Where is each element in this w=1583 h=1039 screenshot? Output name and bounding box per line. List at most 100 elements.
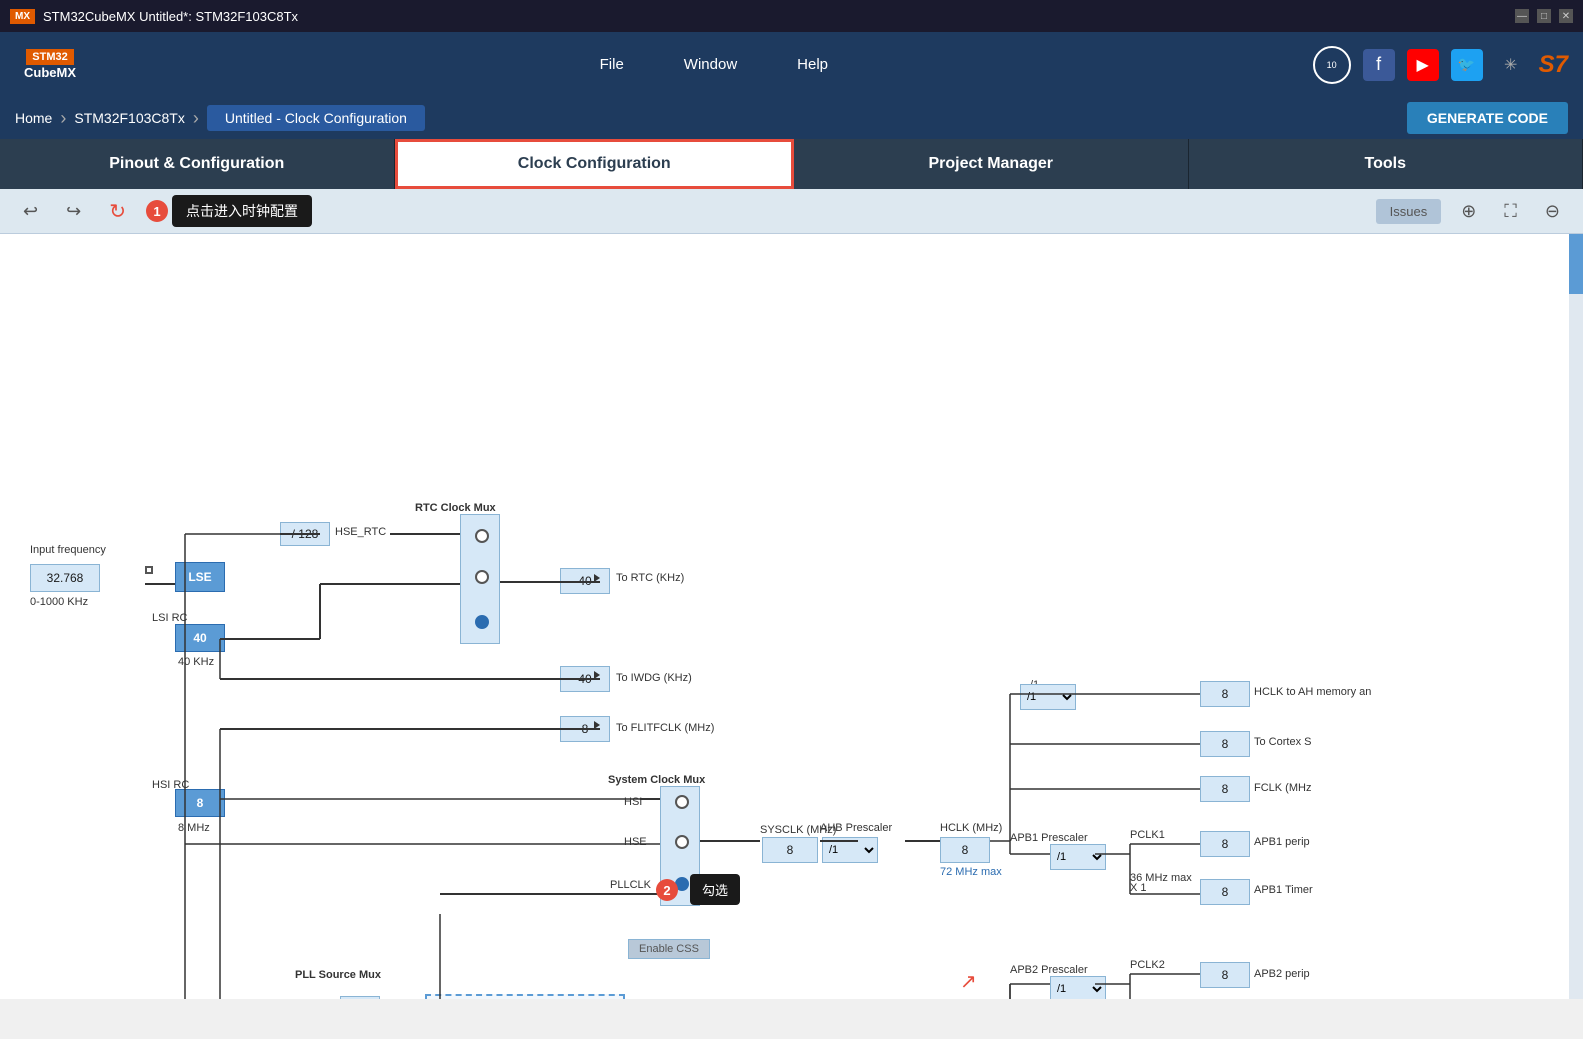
lse-range-label: 0-1000 KHz bbox=[30, 596, 88, 608]
cortex-value[interactable]: 8 bbox=[1200, 731, 1250, 757]
youtube-icon[interactable]: ▶ bbox=[1407, 49, 1439, 81]
menu-items: File Window Help bbox=[115, 56, 1313, 73]
breadcrumb-chip[interactable]: STM32F103C8Tx bbox=[74, 110, 184, 126]
pclk1-label: PCLK1 bbox=[1130, 829, 1165, 841]
hclk-label: HCLK (MHz) bbox=[940, 822, 1002, 834]
apb1-perip-label: APB1 perip bbox=[1254, 836, 1310, 848]
breadcrumb-home[interactable]: Home bbox=[15, 110, 52, 126]
breadcrumb-current[interactable]: Untitled - Clock Configuration bbox=[207, 105, 425, 131]
tab-tools[interactable]: Tools bbox=[1189, 139, 1583, 189]
to-flitf-value[interactable]: 8 bbox=[560, 716, 610, 742]
hclk-value[interactable]: 8 bbox=[940, 837, 990, 863]
to-iwdg-value[interactable]: 40 bbox=[560, 666, 610, 692]
rtc-mux-radio-lsi[interactable] bbox=[475, 615, 489, 629]
lse-block[interactable]: LSE bbox=[175, 562, 225, 592]
tab-project[interactable]: Project Manager bbox=[794, 139, 1189, 189]
twitter-icon[interactable]: 🐦 bbox=[1451, 49, 1483, 81]
apb1-prescaler-select[interactable]: /1/2/4/8/16 bbox=[1050, 844, 1106, 870]
lsi-khz-label: 40 KHz bbox=[178, 656, 214, 668]
app-icon: MX bbox=[10, 9, 35, 24]
ahb-prescaler-select[interactable]: /1/2/4/8 bbox=[822, 837, 878, 863]
rtc-mux-radio-lse[interactable] bbox=[475, 570, 489, 584]
pllclk-mux-label: PLLCLK bbox=[610, 879, 651, 891]
zoom-in-button[interactable]: ⊕ bbox=[1453, 197, 1484, 226]
apb2-prescaler-select[interactable]: /1/2/4/8/16 bbox=[1050, 976, 1106, 999]
tooltip-area: 1 点击进入时钟配置 bbox=[146, 195, 312, 227]
tabs: Pinout & Configuration Clock Configurati… bbox=[0, 139, 1583, 189]
anniversary-icon: 10 bbox=[1313, 46, 1351, 84]
apb2-perip-label: APB2 perip bbox=[1254, 968, 1310, 980]
sysclk-mux-radio-hse[interactable] bbox=[675, 835, 689, 849]
menu-file[interactable]: File bbox=[600, 56, 624, 73]
pclk2-label: PCLK2 bbox=[1130, 959, 1165, 971]
window-controls[interactable]: — □ ✕ bbox=[1515, 9, 1573, 23]
enable-css-button[interactable]: Enable CSS bbox=[628, 939, 710, 959]
app-logo: STM32 CubeMX bbox=[15, 40, 85, 90]
apb1-prescaler-label: APB1 Prescaler bbox=[1010, 832, 1088, 844]
cortex-label: To Cortex S bbox=[1254, 736, 1311, 748]
fclk-value[interactable]: 8 bbox=[1200, 776, 1250, 802]
apb1-timer-value[interactable]: 8 bbox=[1200, 879, 1250, 905]
hclk-ah-select[interactable]: /1 bbox=[1020, 684, 1076, 710]
to-rtc-label: To RTC (KHz) bbox=[616, 572, 684, 584]
hsi-block[interactable]: 8 bbox=[175, 789, 225, 817]
hsi-mhz-label: 8 MHz bbox=[178, 822, 210, 834]
hsi-mux-label: HSI bbox=[624, 796, 642, 808]
toolbar: ↩ ↪ ↻ 1 点击进入时钟配置 Issues ⊕ ⛶ ⊖ bbox=[0, 189, 1583, 234]
to-flitf-label: To FLITFCLK (MHz) bbox=[616, 722, 714, 734]
pll-mux-box bbox=[340, 996, 380, 999]
sysclk-value[interactable]: 8 bbox=[762, 837, 818, 863]
apb2-prescaler-label: APB2 Prescaler bbox=[1010, 964, 1088, 976]
lse-input-value[interactable]: 32.768 bbox=[30, 564, 100, 592]
to-iwdg-label: To IWDG (KHz) bbox=[616, 672, 692, 684]
tab-clock[interactable]: Clock Configuration bbox=[395, 139, 795, 189]
to-rtc-value[interactable]: 40 bbox=[560, 568, 610, 594]
rtc-mux-box bbox=[460, 514, 500, 644]
tab-pinout[interactable]: Pinout & Configuration bbox=[0, 139, 395, 189]
minimize-btn[interactable]: — bbox=[1515, 9, 1529, 23]
apb2-arrow: ↗ bbox=[960, 969, 977, 994]
window-title: STM32CubeMX Untitled*: STM32F103C8Tx bbox=[43, 9, 298, 24]
sysclk-mux-radio-hsi[interactable] bbox=[675, 795, 689, 809]
apb1-perip-value[interactable]: 8 bbox=[1200, 831, 1250, 857]
lse-input-freq-label: Input frequency bbox=[30, 544, 106, 556]
rtc-mux-radio-hse[interactable] bbox=[475, 529, 489, 543]
hse-mux-label: HSE bbox=[624, 836, 647, 848]
social-icons: 10 f ▶ 🐦 ✳ S7 bbox=[1313, 46, 1568, 84]
fit-button[interactable]: ⛶ bbox=[1496, 197, 1525, 226]
network-icon[interactable]: ✳ bbox=[1495, 49, 1527, 81]
breadcrumb-sep-2: › bbox=[193, 108, 199, 129]
st-logo: S7 bbox=[1539, 51, 1568, 79]
tooltip-popup: 点击进入时钟配置 bbox=[172, 195, 312, 227]
lsi-value-block[interactable]: 40 bbox=[175, 624, 225, 652]
generate-code-button[interactable]: GENERATE CODE bbox=[1407, 102, 1568, 134]
title-bar: MX STM32CubeMX Untitled*: STM32F103C8Tx … bbox=[0, 0, 1583, 32]
menu-window[interactable]: Window bbox=[684, 56, 737, 73]
rtc-mux-label: RTC Clock Mux bbox=[415, 502, 496, 514]
menu-bar: STM32 CubeMX File Window Help 10 f ▶ 🐦 ✳… bbox=[0, 32, 1583, 97]
close-btn[interactable]: ✕ bbox=[1559, 9, 1573, 23]
redo-button[interactable]: ↪ bbox=[58, 197, 89, 226]
scrollbar-thumb[interactable] bbox=[1569, 234, 1583, 294]
hclk-ah-label: HCLK to AH memory an bbox=[1254, 686, 1371, 698]
clock-diagram: Input frequency 32.768 0-1000 KHz LSE LS… bbox=[0, 234, 1583, 999]
hse-div128[interactable]: / 128 bbox=[280, 522, 330, 546]
hse-rtc-label: HSE_RTC bbox=[335, 526, 386, 538]
zoom-out-button[interactable]: ⊖ bbox=[1537, 197, 1568, 226]
scrollbar-track[interactable] bbox=[1569, 234, 1583, 999]
maximize-btn[interactable]: □ bbox=[1537, 9, 1551, 23]
lsi-rc-label: LSI RC bbox=[152, 612, 187, 624]
facebook-icon[interactable]: f bbox=[1363, 49, 1395, 81]
step-2-badge: 2 bbox=[656, 879, 678, 901]
menu-help[interactable]: Help bbox=[797, 56, 828, 73]
undo-button[interactable]: ↩ bbox=[15, 197, 46, 226]
hclk-ah-value[interactable]: 8 bbox=[1200, 681, 1250, 707]
refresh-button[interactable]: ↻ bbox=[101, 195, 134, 228]
check-tooltip: 勾选 bbox=[690, 874, 740, 905]
hclk-max-label: 72 MHz max bbox=[940, 866, 1002, 878]
apb1-timer-label: APB1 Timer bbox=[1254, 884, 1313, 896]
pll-source-mux-label: PLL Source Mux bbox=[295, 969, 381, 981]
lse-connector bbox=[145, 566, 153, 574]
apb2-perip-value[interactable]: 8 bbox=[1200, 962, 1250, 988]
issues-button[interactable]: Issues bbox=[1376, 199, 1442, 224]
